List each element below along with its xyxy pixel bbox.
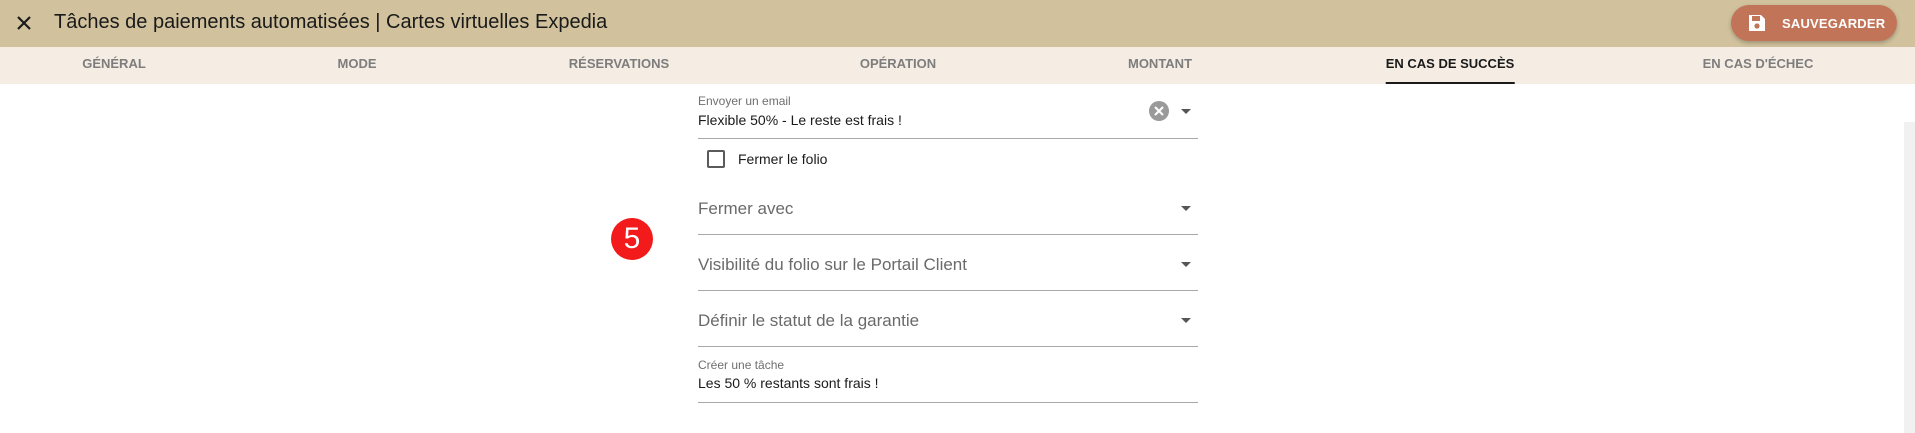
- guarantee-status-placeholder: Définir le statut de la garantie: [698, 311, 920, 330]
- close-folio-checkbox[interactable]: [707, 150, 725, 168]
- clear-icon[interactable]: [1149, 101, 1169, 121]
- create-task-value: Les 50 % restants sont frais !: [698, 375, 879, 391]
- save-button[interactable]: SAUVEGARDER: [1731, 5, 1897, 41]
- send-email-label: Envoyer un email: [698, 94, 791, 108]
- page-title: Tâches de paiements automatisées | Carte…: [54, 11, 608, 33]
- tab-en-cas-de-succes[interactable]: EN CAS DE SUCCÈS: [1385, 47, 1514, 84]
- tab-bar: GÉNÉRAL MODE RÉSERVATIONS OPÉRATION MONT…: [0, 47, 1915, 84]
- guarantee-status-select[interactable]: Définir le statut de la garantie: [698, 300, 1198, 347]
- close-folio-checkbox-row[interactable]: Fermer le folio: [707, 149, 1007, 169]
- app-header: Tâches de paiements automatisées | Carte…: [0, 0, 1915, 47]
- folio-visibility-placeholder: Visibilité du folio sur le Portail Clien…: [698, 255, 967, 274]
- chevron-down-icon[interactable]: [1181, 109, 1191, 114]
- tab-mode[interactable]: MODE: [338, 47, 377, 84]
- send-email-value: Flexible 50% - Le reste est frais !: [698, 112, 902, 128]
- tab-en-cas-d-echec[interactable]: EN CAS D'ÉCHEC: [1703, 47, 1814, 84]
- close-folio-label: Fermer le folio: [738, 151, 828, 167]
- tab-reservations[interactable]: RÉSERVATIONS: [569, 47, 669, 84]
- chevron-down-icon[interactable]: [1181, 206, 1191, 211]
- tab-montant[interactable]: MONTANT: [1128, 47, 1192, 84]
- create-task-field[interactable]: Créer une tâche Les 50 % restants sont f…: [698, 357, 1198, 403]
- create-task-label: Créer une tâche: [698, 358, 785, 372]
- folio-visibility-select[interactable]: Visibilité du folio sur le Portail Clien…: [698, 244, 1198, 291]
- step-number-badge: 5: [611, 218, 653, 260]
- floppy-disk-icon: [1747, 13, 1767, 33]
- close-with-select[interactable]: Fermer avec: [698, 188, 1198, 235]
- chevron-down-icon[interactable]: [1181, 262, 1191, 267]
- scrollbar[interactable]: [1904, 122, 1915, 433]
- send-email-select[interactable]: Envoyer un email Flexible 50% - Le reste…: [698, 92, 1198, 139]
- chevron-down-icon[interactable]: [1181, 318, 1191, 323]
- close-icon[interactable]: [10, 9, 38, 37]
- save-button-label: SAUVEGARDER: [1782, 16, 1886, 31]
- close-with-placeholder: Fermer avec: [698, 199, 794, 218]
- tab-operation[interactable]: OPÉRATION: [860, 47, 936, 84]
- tab-general[interactable]: GÉNÉRAL: [82, 47, 146, 84]
